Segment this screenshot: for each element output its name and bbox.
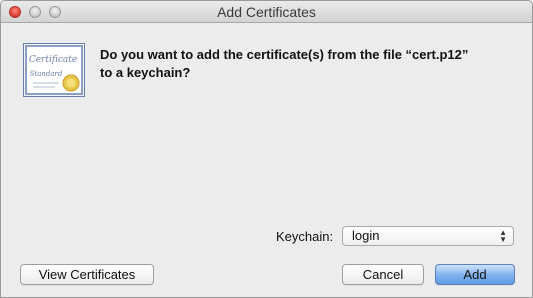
cancel-button[interactable]: Cancel [342,264,424,285]
updown-arrows-icon: ▲ ▼ [499,228,507,244]
view-certificates-button[interactable]: View Certificates [20,264,154,285]
svg-text:Standard: Standard [30,70,63,78]
certificate-icon: Certificate Standard [23,43,85,97]
message-line-1: Do you want to add the certificate(s) fr… [100,47,469,62]
message-line-2: to a keychain? [100,65,191,80]
keychain-select[interactable]: login ▲ ▼ [342,226,514,246]
add-certificates-dialog: Add Certificates Certificate Standard Do… [0,0,533,298]
keychain-selected-value: login [352,228,380,243]
title-bar: Add Certificates [1,1,532,23]
svg-text:Certificate: Certificate [29,55,77,65]
add-button[interactable]: Add [435,264,515,285]
window-title: Add Certificates [217,4,316,20]
keychain-label: Keychain: [276,229,334,244]
dialog-message: Do you want to add the certificate(s) fr… [100,46,520,82]
